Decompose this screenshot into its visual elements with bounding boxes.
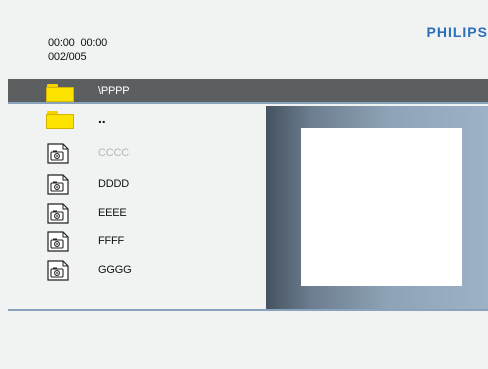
list-item-parent-folder[interactable]: .. bbox=[8, 110, 266, 132]
brand-logo: PHILIPS bbox=[426, 24, 488, 40]
list-item[interactable]: CCCC bbox=[8, 142, 266, 164]
file-list: .. CCCC DDDD EEEE FFFF GGGG bbox=[8, 106, 266, 309]
time-display: 00:00 00:00 bbox=[48, 37, 107, 49]
list-item[interactable]: EEEE bbox=[8, 202, 266, 224]
list-item-label: .. bbox=[98, 110, 106, 126]
time-elapsed: 00:00 bbox=[48, 37, 75, 49]
list-item-label: FFFF bbox=[98, 235, 125, 247]
preview-panel bbox=[266, 106, 488, 309]
status-area bbox=[8, 311, 488, 369]
preview-thumbnail bbox=[301, 128, 462, 286]
list-item-label: CCCC bbox=[98, 147, 129, 159]
list-item[interactable]: FFFF bbox=[8, 230, 266, 252]
photo-file-icon bbox=[47, 260, 69, 281]
photo-file-icon bbox=[47, 203, 69, 224]
folder-icon bbox=[46, 111, 74, 129]
screen: 00:00 00:00 002/005 PHILIPS \PPPP .. CCCC bbox=[0, 0, 488, 369]
photo-file-icon bbox=[47, 143, 69, 164]
list-item-label: EEEE bbox=[98, 207, 127, 219]
list-item-label: GGGG bbox=[98, 264, 132, 276]
file-counter: 002/005 bbox=[48, 51, 87, 63]
list-item[interactable]: DDDD bbox=[8, 173, 266, 195]
photo-file-icon bbox=[47, 231, 69, 252]
folder-icon bbox=[46, 84, 74, 102]
time-total: 00:00 bbox=[80, 37, 108, 49]
list-item[interactable]: GGGG bbox=[8, 259, 266, 281]
photo-file-icon bbox=[47, 174, 69, 195]
path-bar[interactable]: \PPPP bbox=[8, 79, 488, 104]
list-item-label: DDDD bbox=[98, 178, 129, 190]
current-path: \PPPP bbox=[98, 85, 130, 97]
